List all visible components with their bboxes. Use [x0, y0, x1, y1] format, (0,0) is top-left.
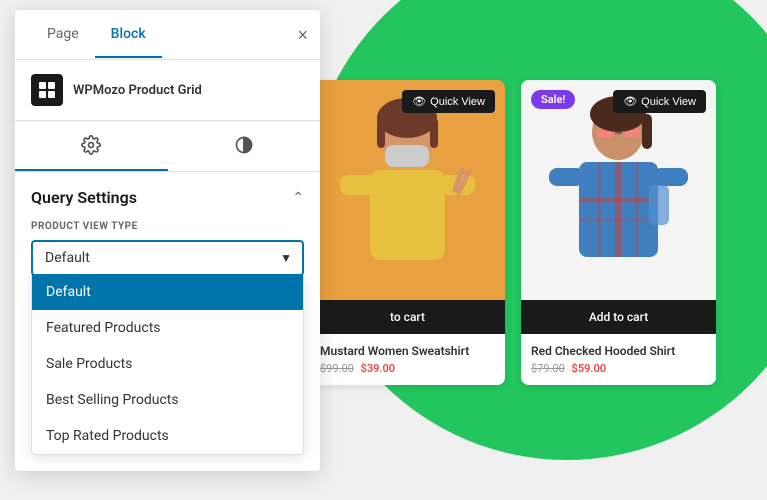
product-name: Red Checked Hooded Shirt [531, 344, 706, 358]
tab-block[interactable]: Block [95, 12, 162, 58]
section-title: Query Settings [31, 188, 137, 207]
section-header: Query Settings ⌃ [31, 188, 304, 207]
product-price: $99.00 $39.00 [320, 362, 495, 375]
eye-icon: 👁 [412, 95, 426, 108]
sale-badge: Sale! [531, 90, 575, 109]
quick-view-label: Quick View [430, 96, 485, 108]
dropdown-item-default[interactable]: Default [32, 274, 303, 310]
products-area: 👁 Quick View to cart Mustard Women Sweat… [310, 80, 716, 385]
price-new: $39.00 [361, 362, 396, 375]
close-button[interactable]: × [297, 26, 308, 44]
price-old: $99.00 [320, 362, 354, 375]
select-wrapper: Default ▼ [31, 240, 304, 276]
add-to-cart-button[interactable]: to cart [310, 300, 505, 334]
eye-icon: 👁 [623, 95, 637, 108]
product-image [310, 80, 505, 300]
price-old: $79.00 [531, 362, 565, 375]
tab-page[interactable]: Page [31, 12, 95, 58]
add-to-cart-button[interactable]: Add to cart [521, 300, 716, 334]
product-price: $79.00 $59.00 [531, 362, 706, 375]
product-image [521, 80, 716, 300]
product-image-area: 👁 Quick View [310, 80, 505, 300]
select-field[interactable]: Default [31, 240, 304, 276]
dropdown-item-bestselling[interactable]: Best Selling Products [32, 382, 303, 418]
quick-view-button[interactable]: 👁 Quick View [402, 90, 495, 113]
gear-icon [81, 135, 101, 155]
plugin-name: WPMozo Product Grid [73, 83, 202, 98]
collapse-button[interactable]: ⌃ [292, 190, 304, 206]
query-section: Query Settings ⌃ PRODUCT VIEW TYPE Defau… [15, 172, 320, 471]
contrast-icon [234, 135, 254, 155]
dropdown-list: Default Featured Products Sale Products … [31, 274, 304, 455]
dropdown-item-sale[interactable]: Sale Products [32, 346, 303, 382]
tabs-header: Page Block × [15, 10, 320, 60]
product-name: Mustard Women Sweatshirt [320, 344, 495, 358]
plugin-icon [31, 74, 63, 106]
icon-tab-style[interactable] [168, 121, 321, 171]
plugin-header: WPMozo Product Grid [15, 60, 320, 121]
icon-tab-settings[interactable] [15, 121, 168, 171]
price-new: $59.00 [572, 362, 607, 375]
product-card: 👁 Quick View to cart Mustard Women Sweat… [310, 80, 505, 385]
icon-tabs [15, 121, 320, 172]
product-card: 👁 Quick View Sale! Add to cart Red Check… [521, 80, 716, 385]
add-to-cart-label: to cart [390, 310, 425, 324]
dropdown-item-toprated[interactable]: Top Rated Products [32, 418, 303, 454]
sidebar-panel: Page Block × WPMozo Product Grid [15, 10, 320, 471]
dropdown-item-featured[interactable]: Featured Products [32, 310, 303, 346]
quick-view-label: Quick View [641, 96, 696, 108]
field-label: PRODUCT VIEW TYPE [31, 221, 304, 232]
product-info: Mustard Women Sweatshirt $99.00 $39.00 [310, 334, 505, 385]
add-to-cart-label: Add to cart [589, 310, 648, 324]
product-image-area: 👁 Quick View Sale! [521, 80, 716, 300]
quick-view-button[interactable]: 👁 Quick View [613, 90, 706, 113]
product-info: Red Checked Hooded Shirt $79.00 $59.00 [521, 334, 716, 385]
